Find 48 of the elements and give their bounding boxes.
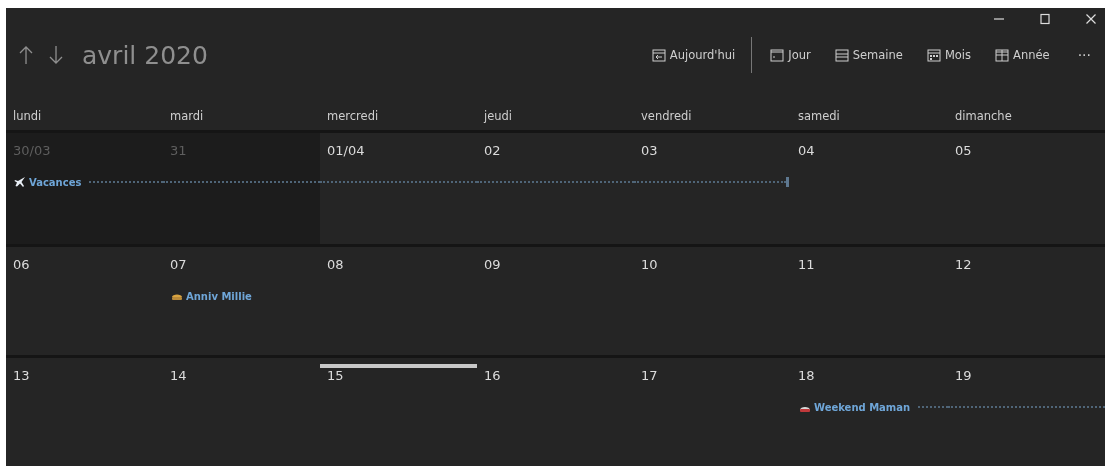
day-number: 04 <box>797 143 815 158</box>
day-number: 07 <box>169 257 187 272</box>
day-number: 31 <box>169 143 187 158</box>
day-number: 30/03 <box>12 143 51 158</box>
day-number: 14 <box>169 368 187 383</box>
day-number: 19 <box>954 368 972 383</box>
calendar-week-icon <box>834 48 849 62</box>
day-number: 13 <box>12 368 30 383</box>
view-button[interactable]: Année <box>989 44 1056 66</box>
day-number: 01/04 <box>326 143 365 158</box>
arrow-up-icon <box>18 45 34 65</box>
arrow-down-icon <box>48 45 64 65</box>
month-title: avril 2020 <box>82 40 208 70</box>
calendar-month-icon <box>926 48 941 62</box>
more-button[interactable]: ··· <box>1073 43 1095 67</box>
day-number: 12 <box>954 257 972 272</box>
calendar-year-icon <box>995 48 1010 62</box>
event-title[interactable]: Weekend Maman <box>814 401 911 413</box>
view-button[interactable]: Mois <box>920 44 978 66</box>
day-number: 06 <box>12 257 30 272</box>
weekday-label: jeudi <box>482 109 513 123</box>
weekday-label: samedi <box>797 109 840 123</box>
calendar-day-icon <box>770 48 785 62</box>
day-number: 11 <box>797 257 815 272</box>
maximize-icon <box>1039 13 1051 25</box>
view-button[interactable]: Aujourd'hui <box>645 44 742 66</box>
weekday-label: dimanche <box>954 109 1012 123</box>
event-title[interactable]: Anniv Millie <box>186 290 252 302</box>
day-number: 15 <box>326 368 344 383</box>
weekday-label: lundi <box>12 109 42 123</box>
weekday-label: mercredi <box>326 109 379 123</box>
day-number: 05 <box>954 143 972 158</box>
view-button[interactable]: Jour <box>764 44 817 66</box>
event-title[interactable]: Vacances <box>29 176 82 188</box>
day-number: 16 <box>483 368 501 383</box>
weekday-label: vendredi <box>640 109 692 123</box>
day-number: 18 <box>797 368 815 383</box>
airplane-icon <box>14 176 26 188</box>
day-number: 17 <box>640 368 658 383</box>
day-cell[interactable]: 30/03 Vacances <box>6 133 163 244</box>
day-number: 02 <box>483 143 501 158</box>
weekday-label: mardi <box>169 109 204 123</box>
close-icon <box>1085 13 1097 25</box>
day-number: 08 <box>326 257 344 272</box>
day-number: 10 <box>640 257 658 272</box>
view-button[interactable]: Semaine <box>828 44 909 66</box>
day-number: 09 <box>483 257 501 272</box>
day-number: 03 <box>640 143 658 158</box>
